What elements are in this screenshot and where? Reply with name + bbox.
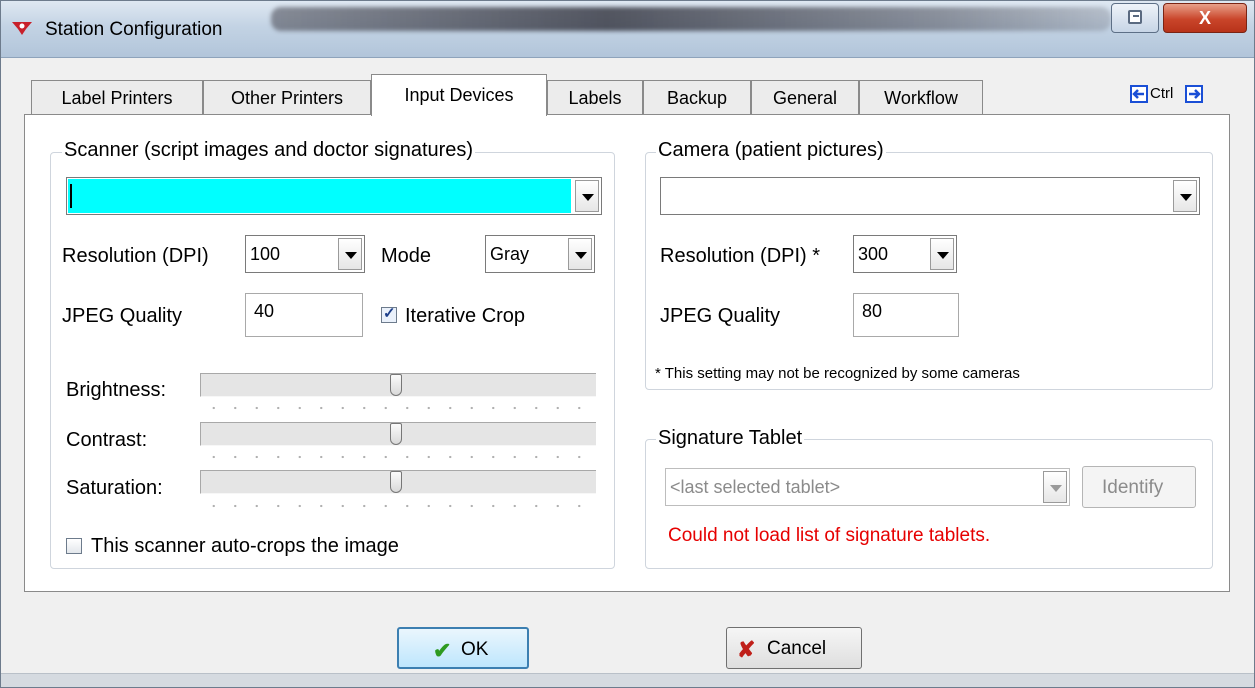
scanner-jpeg-input[interactable]: 40 <box>245 293 363 337</box>
contrast-slider-thumb[interactable] <box>390 423 402 445</box>
tab-label: Labels <box>568 88 622 108</box>
iterative-crop-label[interactable]: Iterative Crop <box>405 305 525 328</box>
tab-prev-arrow-icon[interactable] <box>1130 85 1148 103</box>
tab-label: Backup <box>666 88 728 108</box>
window-title: Station Configuration <box>45 19 223 40</box>
restore-button[interactable] <box>1111 3 1159 33</box>
scanner-mode-select[interactable]: Gray <box>485 235 595 273</box>
identify-button[interactable]: Identify <box>1082 466 1196 508</box>
scanner-device-selection-highlight <box>68 179 571 213</box>
signature-tablet-value: <last selected tablet> <box>670 477 841 497</box>
contrast-label: Contrast: <box>66 429 148 451</box>
checkmark-icon: ✔ <box>433 638 452 663</box>
brightness-ticks <box>203 406 595 410</box>
tab-nav-ctrl-label: Ctrl <box>1150 85 1174 102</box>
camera-resolution-select[interactable]: 300 <box>853 235 957 273</box>
chevron-down-icon[interactable] <box>930 238 954 270</box>
chevron-down-icon[interactable] <box>568 238 592 270</box>
text-caret <box>70 184 72 208</box>
scanner-mode-label: Mode <box>381 245 432 267</box>
scanner-resolution-label: Resolution (DPI) <box>62 245 209 267</box>
signature-tablet-select[interactable]: <last selected tablet> <box>665 468 1070 506</box>
identify-button-label: Identify <box>1102 477 1164 498</box>
tab-labels[interactable]: Labels <box>547 80 643 114</box>
camera-group-label: Camera (patient pictures) <box>656 139 886 162</box>
saturation-label: Saturation: <box>66 477 163 499</box>
camera-jpeg-value: 80 <box>862 301 883 321</box>
app-icon <box>12 22 32 35</box>
tab-input-devices[interactable]: Input Devices <box>371 74 547 116</box>
chevron-down-icon[interactable] <box>1173 180 1197 212</box>
scanner-jpeg-value: 40 <box>254 301 275 321</box>
close-button[interactable]: X <box>1163 3 1247 33</box>
tab-backup[interactable]: Backup <box>643 80 751 114</box>
brightness-slider-thumb[interactable] <box>390 374 402 396</box>
saturation-ticks <box>203 504 595 508</box>
tab-label: Other Printers <box>230 88 344 108</box>
autocrop-label[interactable]: This scanner auto-crops the image <box>91 535 399 558</box>
tab-label: General <box>772 88 838 108</box>
ok-button[interactable]: ✔ OK <box>397 627 529 669</box>
camera-device-select[interactable] <box>660 177 1200 215</box>
cancel-x-icon: ✘ <box>737 637 756 662</box>
ok-button-label: OK <box>461 639 489 660</box>
camera-jpeg-label: JPEG Quality <box>660 305 781 327</box>
autocrop-checkbox[interactable] <box>66 538 82 554</box>
camera-jpeg-input[interactable]: 80 <box>853 293 959 337</box>
input-devices-panel: Scanner (script images and doctor signat… <box>24 114 1230 592</box>
window-bottom-edge <box>1 673 1254 687</box>
scanner-resolution-select[interactable]: 100 <box>245 235 365 273</box>
chevron-down-icon[interactable] <box>1043 471 1067 503</box>
tab-label-printers[interactable]: Label Printers <box>31 80 203 114</box>
contrast-ticks <box>203 455 595 459</box>
camera-resolution-value: 300 <box>858 244 889 264</box>
camera-resolution-label: Resolution (DPI) * <box>660 245 821 267</box>
signature-tablet-group-label: Signature Tablet <box>656 427 805 450</box>
station-configuration-window: Station Configuration X Label Printers O… <box>0 0 1255 688</box>
scanner-group-label: Scanner (script images and doctor signat… <box>62 139 476 162</box>
restore-icon <box>1128 10 1142 24</box>
camera-note: * This setting may not be recognized by … <box>655 365 1020 382</box>
tab-other-printers[interactable]: Other Printers <box>203 80 371 114</box>
iterative-crop-checkbox[interactable] <box>381 304 397 323</box>
tab-label: Label Printers <box>61 88 173 108</box>
scanner-resolution-value: 100 <box>250 244 281 264</box>
tab-label: Workflow <box>884 88 958 108</box>
tab-next-arrow-icon[interactable] <box>1185 85 1203 103</box>
cancel-button-label: Cancel <box>767 638 827 659</box>
tab-label: Input Devices <box>404 85 514 105</box>
scanner-mode-value: Gray <box>490 244 530 264</box>
scanner-jpeg-label: JPEG Quality <box>62 305 183 327</box>
tab-general[interactable]: General <box>751 80 859 114</box>
title-bar[interactable]: Station Configuration X <box>1 1 1254 58</box>
scanner-device-select[interactable] <box>66 177 602 215</box>
title-bar-obscured-region <box>271 7 1111 31</box>
tab-workflow[interactable]: Workflow <box>859 80 983 114</box>
close-icon: X <box>1198 8 1211 28</box>
chevron-down-icon[interactable] <box>575 180 599 212</box>
saturation-slider-thumb[interactable] <box>390 471 402 493</box>
cancel-button[interactable]: ✘ Cancel <box>726 627 862 669</box>
chevron-down-icon[interactable] <box>338 238 362 270</box>
signature-tablet-error: Could not load list of signature tablets… <box>668 525 991 546</box>
brightness-label: Brightness: <box>66 379 167 401</box>
